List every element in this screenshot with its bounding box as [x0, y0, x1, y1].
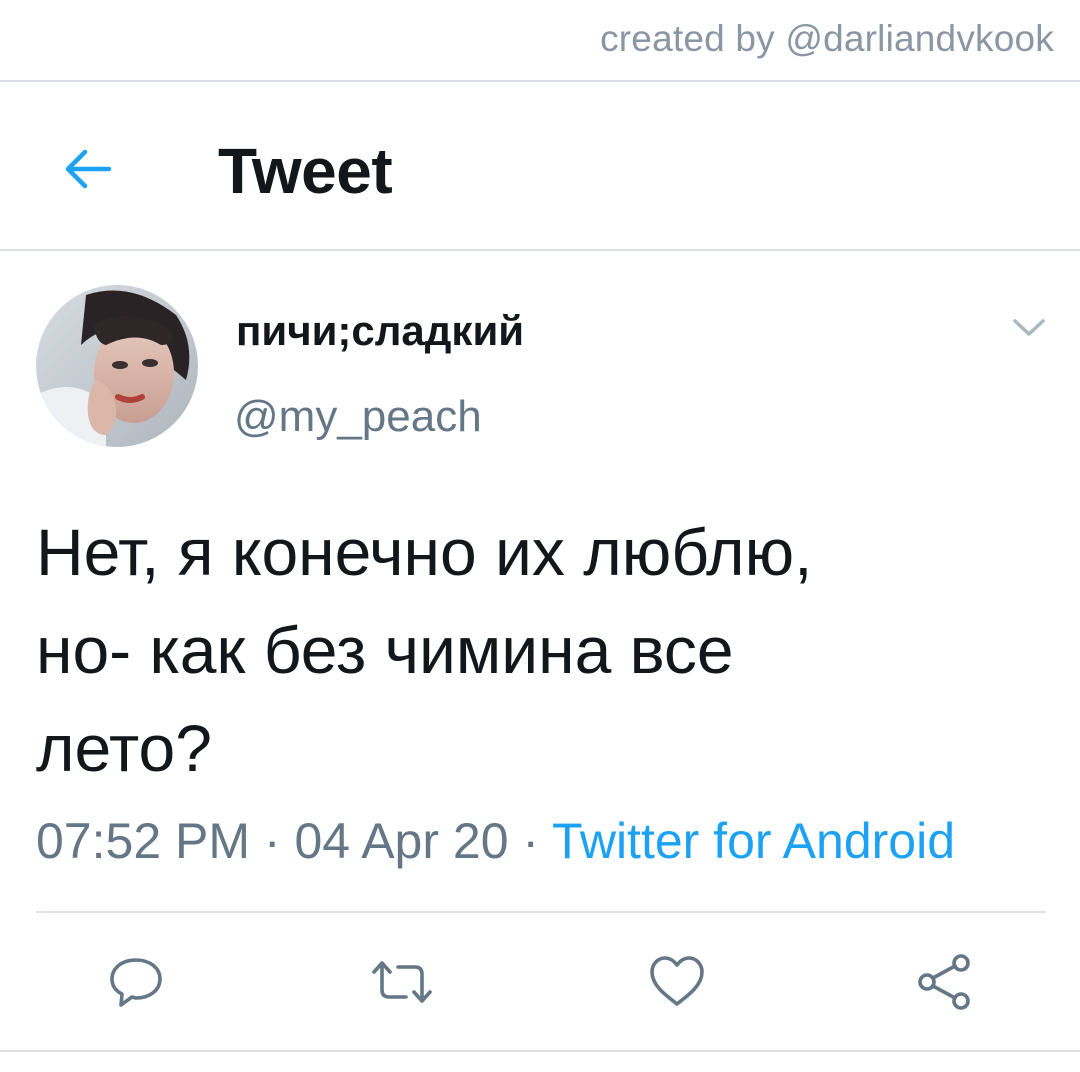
author-display-name[interactable]: пичи;сладкий — [236, 307, 524, 355]
arrow-left-icon — [65, 149, 112, 189]
retweet-icon — [372, 961, 432, 1003]
top-divider — [0, 80, 1080, 82]
share-icon — [918, 954, 970, 1010]
share-button[interactable] — [912, 950, 976, 1014]
tweet-date: 04 Apr 20 — [294, 813, 509, 869]
tweet-time: 07:52 PM — [36, 813, 251, 869]
avatar[interactable] — [36, 285, 198, 447]
tweet-source-link[interactable]: Twitter for Android — [552, 813, 955, 869]
actions-divider — [36, 911, 1046, 913]
like-button[interactable] — [645, 950, 709, 1014]
back-button[interactable] — [54, 136, 120, 202]
tweet-meta: 07:52 PM · 04 Apr 20 · Twitter for Andro… — [36, 812, 955, 870]
meta-separator: · — [508, 813, 553, 869]
watermark-credit: created by @darliandvkook — [600, 18, 1054, 59]
reply-button[interactable] — [104, 950, 168, 1014]
bottom-divider — [0, 1050, 1080, 1052]
retweet-button[interactable] — [370, 950, 434, 1014]
header-divider — [0, 249, 1080, 251]
avatar-photo — [36, 285, 198, 447]
author-handle[interactable]: @my_peach — [234, 392, 482, 442]
meta-separator: · — [250, 813, 295, 869]
tweet-text: Нет, я конечно их люблю, но- как без чим… — [36, 515, 813, 785]
page-title: Tweet — [218, 135, 393, 207]
reply-icon — [110, 958, 162, 1007]
tweet-menu-button[interactable] — [1006, 310, 1052, 346]
chevron-down-icon — [1013, 319, 1045, 336]
heart-icon — [650, 956, 704, 1006]
